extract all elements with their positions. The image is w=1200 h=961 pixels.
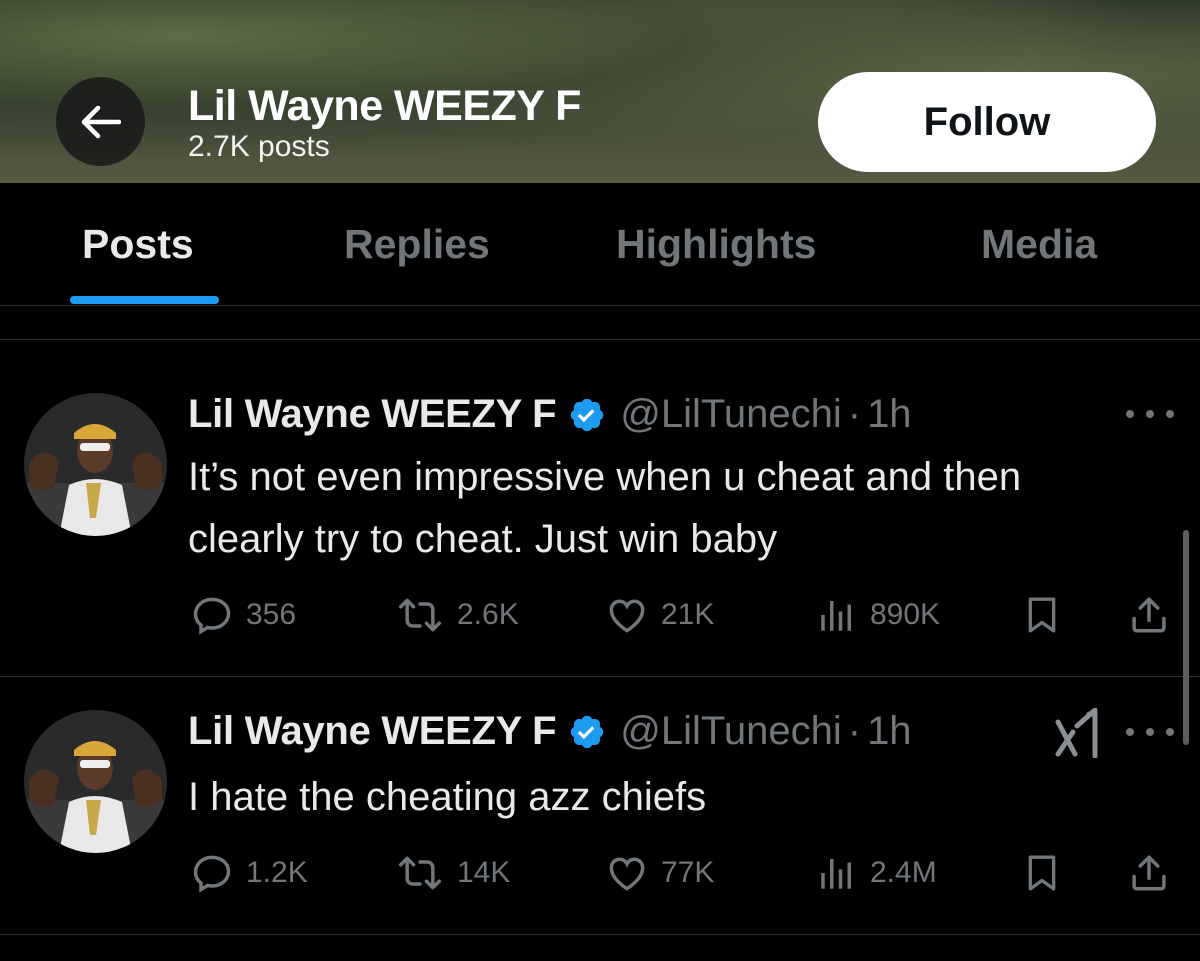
bookmark-icon [1028, 597, 1056, 633]
bookmark-button[interactable] [1022, 848, 1062, 898]
repost-button[interactable]: 2.6K [395, 590, 519, 640]
author-name[interactable]: Lil Wayne WEEZY F [188, 709, 557, 754]
separator-dot: · [847, 392, 862, 436]
reply-count: 356 [246, 598, 297, 631]
like-count: 21K [661, 598, 715, 631]
views-count: 2.4M [870, 856, 937, 889]
like-icon [609, 599, 645, 633]
tab-replies[interactable]: Replies [344, 183, 490, 306]
more-icon[interactable] [1126, 722, 1174, 742]
like-button[interactable]: 77K [605, 848, 714, 898]
posts-count: 2.7K posts [188, 130, 330, 163]
avatar[interactable] [24, 393, 167, 536]
views-icon [821, 859, 851, 889]
avatar-image [24, 710, 167, 853]
post-text: I hate the cheating azz chiefs [188, 775, 707, 819]
like-button[interactable]: 21K [605, 590, 714, 640]
author-handle[interactable]: @LilTunechi [620, 709, 841, 754]
reply-count: 1.2K [246, 856, 308, 889]
share-icon [1132, 855, 1166, 891]
post[interactable]: Lil Wayne WEEZY F @LilTunechi · 1h I hat… [0, 677, 1200, 934]
scrollbar[interactable] [1183, 530, 1189, 745]
avatar[interactable] [24, 710, 167, 853]
views-count: 890K [870, 598, 941, 631]
share-button[interactable] [1128, 590, 1170, 640]
repost-count: 14K [457, 856, 511, 889]
profile-tabs: Posts Replies Highlights Media [0, 183, 1200, 306]
profile-name: Lil Wayne WEEZY F [188, 82, 581, 130]
avatar-image [24, 393, 167, 536]
reply-button[interactable]: 356 [190, 590, 296, 640]
post-actions: 1.2K 14K 77K 2.4M [0, 848, 1200, 898]
bookmark-button[interactable] [1022, 590, 1062, 640]
repost-button[interactable]: 14K [395, 848, 510, 898]
tab-posts[interactable]: Posts [82, 183, 194, 306]
author-name[interactable]: Lil Wayne WEEZY F [188, 392, 557, 437]
share-icon [1132, 597, 1166, 633]
author-handle[interactable]: @LilTunechi [620, 392, 841, 437]
divider [0, 934, 1200, 935]
post-actions: 356 2.6K 21K 890K [0, 590, 1200, 640]
reply-button[interactable]: 1.2K [190, 848, 308, 898]
reply-icon [193, 597, 231, 635]
post-time[interactable]: 1h [867, 709, 912, 754]
profile-header: Lil Wayne WEEZY F 2.7K posts Follow [0, 0, 1200, 183]
verified-badge-icon [568, 713, 606, 751]
grok-icon[interactable] [1055, 707, 1101, 763]
like-count: 77K [661, 856, 715, 889]
repost-icon [399, 856, 441, 890]
follow-button[interactable]: Follow [818, 72, 1156, 172]
more-icon[interactable] [1126, 404, 1174, 424]
views-button[interactable]: 890K [816, 590, 940, 640]
tab-media[interactable]: Media [981, 183, 1097, 306]
post-header: Lil Wayne WEEZY F @LilTunechi · 1h [188, 392, 912, 437]
back-button[interactable] [56, 77, 145, 166]
bookmark-icon [1028, 855, 1056, 891]
like-icon [609, 857, 645, 891]
reply-icon [193, 855, 231, 893]
post-text: It’s not even impressive when u cheat an… [188, 455, 1022, 561]
active-tab-indicator [70, 296, 219, 304]
share-button[interactable] [1128, 848, 1170, 898]
repost-count: 2.6K [457, 598, 519, 631]
views-icon [821, 601, 851, 631]
views-button[interactable]: 2.4M [816, 848, 937, 898]
arrow-left-icon [81, 105, 121, 138]
repost-icon [399, 598, 441, 632]
verified-badge-icon [568, 396, 606, 434]
post-time[interactable]: 1h [867, 392, 912, 437]
post-header: Lil Wayne WEEZY F @LilTunechi · 1h [188, 709, 912, 754]
post[interactable]: Lil Wayne WEEZY F @LilTunechi · 1h It’s … [0, 340, 1200, 676]
tab-highlights[interactable]: Highlights [616, 183, 816, 306]
separator-dot: · [847, 709, 862, 753]
